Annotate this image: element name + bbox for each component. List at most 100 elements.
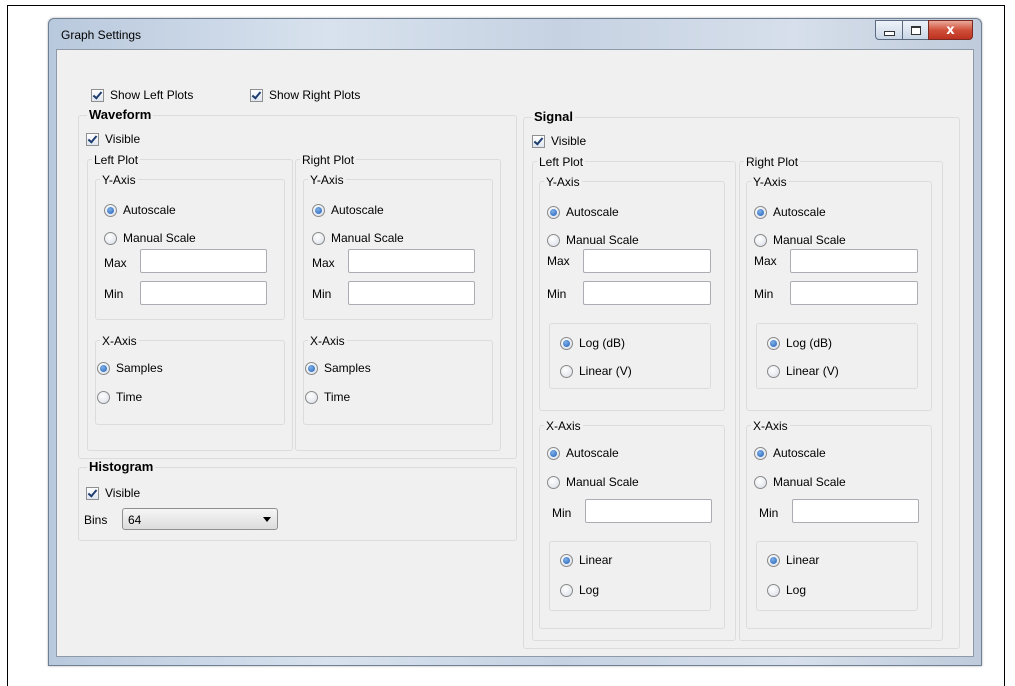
show-right-plots-checkbox[interactable]: Show Right Plots bbox=[250, 88, 360, 102]
waveform-left-time-radio[interactable]: Time bbox=[97, 390, 142, 404]
waveform-visible-label: Visible bbox=[105, 132, 141, 146]
min-label: Min bbox=[312, 287, 332, 301]
min-label: Min bbox=[104, 287, 124, 301]
radio-indicator bbox=[754, 475, 767, 489]
min-label: Min bbox=[552, 506, 572, 520]
waveform-left-min-input[interactable] bbox=[140, 281, 267, 305]
signal-right-linear-v-radio[interactable]: Linear (V) bbox=[767, 364, 839, 378]
max-label: Max bbox=[547, 254, 570, 268]
radio-indicator bbox=[767, 364, 780, 378]
signal-right-x-manual-scale-radio[interactable]: Manual Scale bbox=[754, 475, 846, 489]
signal-left-linear-v-radio[interactable]: Linear (V) bbox=[560, 364, 632, 378]
checkbox-box bbox=[86, 132, 99, 146]
checkbox-box bbox=[532, 134, 545, 148]
signal-left-x-mode-group: Linear Log bbox=[549, 541, 711, 611]
signal-right-x-min-input[interactable] bbox=[792, 499, 919, 523]
signal-left-x-autoscale-radio[interactable]: Autoscale bbox=[547, 446, 619, 460]
waveform-left-autoscale-radio[interactable]: Autoscale bbox=[104, 203, 176, 217]
radio-indicator bbox=[560, 336, 573, 350]
checkbox-box bbox=[86, 486, 99, 500]
signal-left-xaxis-groupbox: X-Axis Autoscale Manual Scale Min Linear… bbox=[539, 419, 725, 629]
yaxis-title: Y-Axis bbox=[308, 173, 346, 187]
radio-indicator bbox=[104, 231, 117, 245]
show-right-plots-label: Show Right Plots bbox=[269, 88, 361, 102]
signal-left-plot-groupbox: Left Plot Y-Axis Autoscale Manual Scale … bbox=[532, 155, 736, 641]
max-label: Max bbox=[312, 256, 335, 270]
waveform-right-time-radio[interactable]: Time bbox=[305, 390, 350, 404]
radio-indicator bbox=[547, 233, 560, 247]
signal-left-min-input[interactable] bbox=[583, 281, 711, 305]
maximize-button[interactable] bbox=[902, 20, 929, 40]
bins-dropdown[interactable]: 64 bbox=[122, 508, 278, 530]
signal-left-autoscale-radio[interactable]: Autoscale bbox=[547, 205, 619, 219]
autoscale-label: Autoscale bbox=[123, 203, 176, 217]
dialog-client-area: Show Left Plots Show Right Plots Wavefor… bbox=[56, 49, 974, 657]
radio-indicator bbox=[560, 364, 573, 378]
signal-left-max-input[interactable] bbox=[583, 249, 711, 273]
waveform-right-autoscale-radio[interactable]: Autoscale bbox=[312, 203, 384, 217]
signal-title: Signal bbox=[532, 109, 576, 124]
min-label: Min bbox=[754, 287, 774, 301]
radio-indicator bbox=[305, 390, 318, 404]
radio-indicator bbox=[547, 446, 560, 460]
signal-left-y-unit-group: Log (dB) Linear (V) bbox=[549, 323, 711, 389]
waveform-right-plot-title: Right Plot bbox=[300, 153, 357, 167]
maximize-icon bbox=[910, 25, 921, 35]
signal-left-x-log-radio[interactable]: Log bbox=[560, 583, 599, 597]
waveform-right-manual-scale-radio[interactable]: Manual Scale bbox=[312, 231, 404, 245]
signal-right-x-autoscale-radio[interactable]: Autoscale bbox=[754, 446, 826, 460]
histogram-groupbox: Histogram Visible Bins 64 bbox=[78, 460, 517, 541]
graph-settings-window: Graph Settings x Show Left Plots Show Ri… bbox=[48, 18, 982, 666]
waveform-left-samples-radio[interactable]: Samples bbox=[97, 361, 163, 375]
title-bar[interactable]: Graph Settings x bbox=[49, 19, 981, 49]
signal-left-log-db-radio[interactable]: Log (dB) bbox=[560, 336, 625, 350]
signal-right-autoscale-radio[interactable]: Autoscale bbox=[754, 205, 826, 219]
signal-left-manual-scale-radio[interactable]: Manual Scale bbox=[547, 233, 639, 247]
waveform-right-max-input[interactable] bbox=[348, 249, 475, 273]
waveform-groupbox: Waveform Visible Left Plot Y-Axis Autosc… bbox=[78, 108, 517, 459]
minimize-button[interactable] bbox=[875, 20, 903, 40]
radio-indicator bbox=[97, 361, 110, 375]
signal-visible-label: Visible bbox=[551, 134, 587, 148]
log-label: Log bbox=[579, 583, 600, 597]
waveform-left-max-input[interactable] bbox=[140, 249, 267, 273]
show-left-plots-checkbox[interactable]: Show Left Plots bbox=[91, 88, 193, 102]
samples-label: Samples bbox=[324, 361, 371, 375]
radio-indicator bbox=[312, 231, 325, 245]
waveform-right-samples-radio[interactable]: Samples bbox=[305, 361, 371, 375]
waveform-visible-checkbox[interactable]: Visible bbox=[86, 132, 140, 146]
yaxis-title: Y-Axis bbox=[751, 175, 789, 189]
waveform-title: Waveform bbox=[87, 107, 154, 122]
waveform-left-xaxis-groupbox: X-Axis Samples Time bbox=[95, 334, 285, 425]
waveform-left-manual-scale-radio[interactable]: Manual Scale bbox=[104, 231, 196, 245]
bins-value: 64 bbox=[128, 513, 142, 527]
signal-right-x-linear-radio[interactable]: Linear bbox=[767, 553, 819, 567]
linear-v-label: Linear (V) bbox=[579, 364, 632, 378]
signal-right-x-log-radio[interactable]: Log bbox=[767, 583, 806, 597]
signal-left-plot-title: Left Plot bbox=[537, 155, 586, 169]
signal-right-max-input[interactable] bbox=[790, 249, 918, 273]
manual-scale-label: Manual Scale bbox=[773, 475, 846, 489]
histogram-visible-checkbox[interactable]: Visible bbox=[86, 486, 140, 500]
linear-label: Linear bbox=[786, 553, 820, 567]
signal-visible-checkbox[interactable]: Visible bbox=[532, 134, 586, 148]
signal-right-manual-scale-radio[interactable]: Manual Scale bbox=[754, 233, 846, 247]
autoscale-label: Autoscale bbox=[773, 205, 826, 219]
radio-indicator bbox=[560, 553, 573, 567]
signal-right-y-unit-group: Log (dB) Linear (V) bbox=[756, 323, 918, 389]
signal-right-log-db-radio[interactable]: Log (dB) bbox=[767, 336, 832, 350]
signal-right-min-input[interactable] bbox=[790, 281, 918, 305]
signal-right-plot-title: Right Plot bbox=[744, 155, 801, 169]
signal-right-x-mode-group: Linear Log bbox=[756, 541, 918, 611]
signal-left-x-min-input[interactable] bbox=[585, 499, 712, 523]
signal-left-x-manual-scale-radio[interactable]: Manual Scale bbox=[547, 475, 639, 489]
radio-indicator bbox=[547, 205, 560, 219]
signal-left-x-linear-radio[interactable]: Linear bbox=[560, 553, 612, 567]
min-label: Min bbox=[759, 506, 779, 520]
radio-indicator bbox=[754, 233, 767, 247]
close-button[interactable]: x bbox=[928, 20, 973, 40]
manual-scale-label: Manual Scale bbox=[331, 231, 404, 245]
waveform-right-min-input[interactable] bbox=[348, 281, 475, 305]
autoscale-label: Autoscale bbox=[566, 446, 619, 460]
signal-right-plot-groupbox: Right Plot Y-Axis Autoscale Manual Scale… bbox=[739, 155, 943, 641]
